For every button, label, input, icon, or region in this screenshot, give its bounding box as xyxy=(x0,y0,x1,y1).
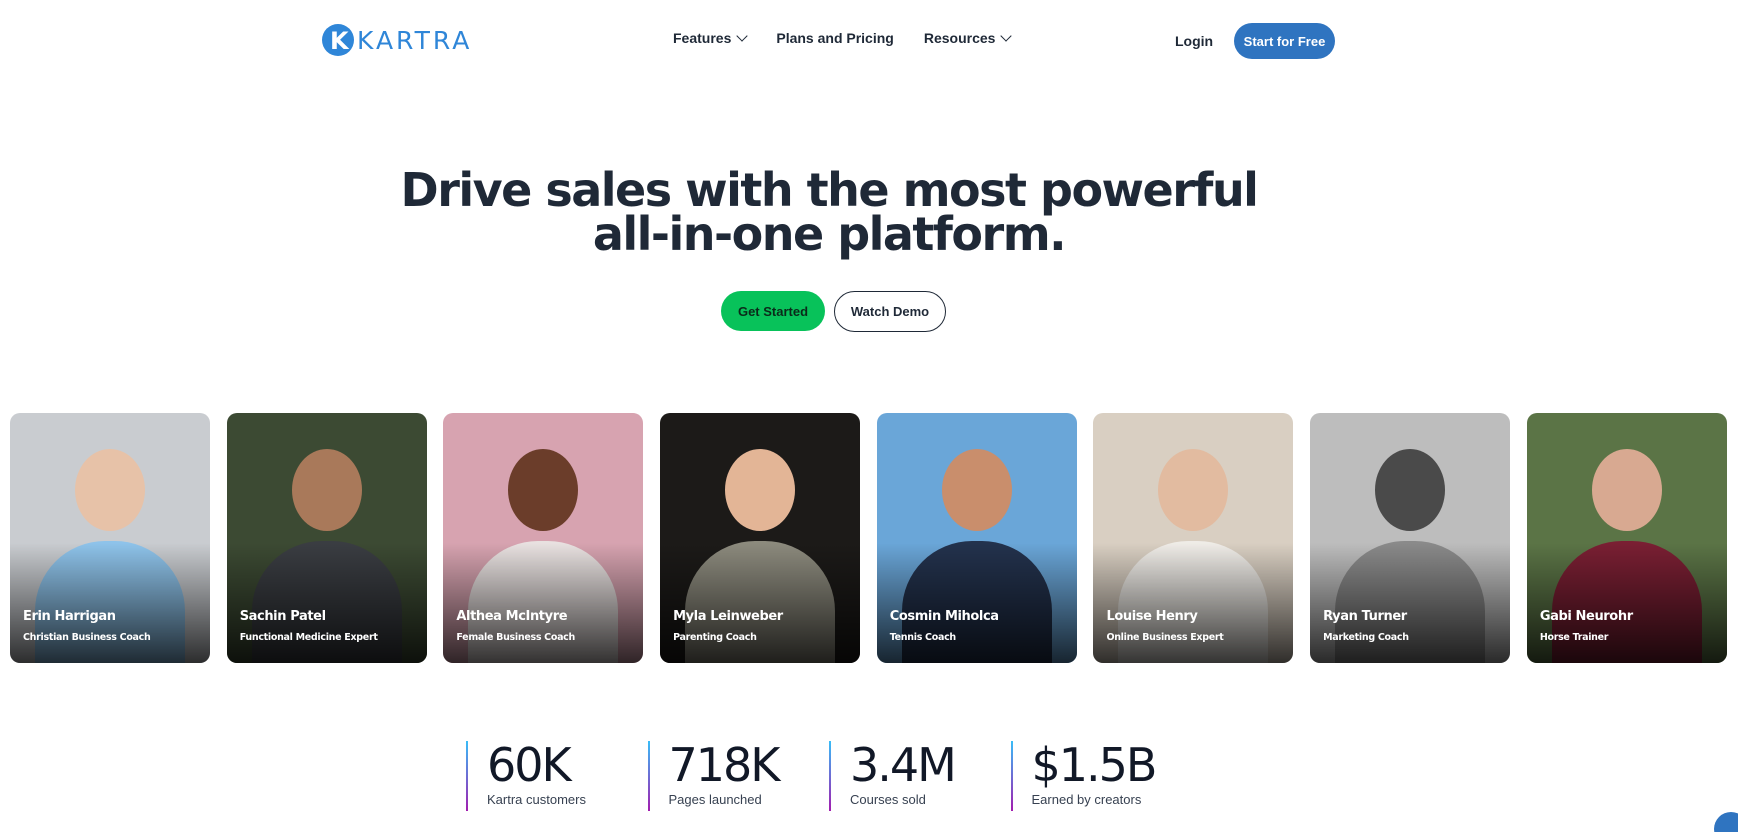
creator-role: Functional Medicine Expert xyxy=(239,632,378,643)
top-nav: K KARTRA Features Plans and Pricing Reso… xyxy=(0,0,1738,80)
hero-headline: Drive sales with the most powerful all-i… xyxy=(0,163,1658,261)
logo-wordmark: KARTRA xyxy=(357,25,473,55)
creator-name: Sachin Patel xyxy=(239,609,326,624)
creator-role: Online Business Expert xyxy=(1106,632,1224,643)
menu-plans-pricing[interactable]: Plans and Pricing xyxy=(776,30,893,46)
card-shade xyxy=(660,543,861,663)
creator-card[interactable]: Gabi Neurohr Horse Trainer xyxy=(1526,413,1727,663)
creator-head xyxy=(1158,449,1229,531)
creator-card[interactable]: Cosmin Miholca Tennis Coach xyxy=(876,413,1077,663)
stat-item: 3.4M Courses sold xyxy=(829,740,1011,812)
start-for-free-button[interactable]: Start for Free xyxy=(1234,23,1335,59)
creator-head xyxy=(1375,449,1446,531)
chevron-down-icon xyxy=(736,30,749,42)
creator-name: Althea McIntyre xyxy=(456,609,568,624)
creator-name: Erin Harrigan xyxy=(23,609,116,624)
creator-role: Parenting Coach xyxy=(673,632,757,643)
menu-plans-label: Plans and Pricing xyxy=(776,30,894,46)
creator-head xyxy=(725,449,796,531)
menu-resources-label: Resources xyxy=(923,30,996,46)
menu-features-label: Features xyxy=(673,30,732,46)
creator-name: Louise Henry xyxy=(1106,609,1198,624)
chat-widget-icon[interactable] xyxy=(1714,812,1738,832)
stat-divider xyxy=(1010,741,1013,811)
card-shade xyxy=(443,543,644,663)
menu-resources[interactable]: Resources xyxy=(923,30,1013,46)
card-shade xyxy=(226,543,427,663)
creator-role: Christian Business Coach xyxy=(23,632,151,643)
stat-label: Pages launched xyxy=(668,792,762,807)
creator-cards-carousel: Erin Harrigan Christian Business Coach S… xyxy=(10,413,1738,663)
creator-name: Cosmin Miholca xyxy=(889,609,999,624)
stat-value: 3.4M xyxy=(850,738,957,792)
card-shade xyxy=(876,543,1077,663)
creator-head xyxy=(1591,449,1662,531)
card-shade xyxy=(10,543,210,663)
creator-name: Gabi Neurohr xyxy=(1539,609,1633,624)
creator-role: Marketing Coach xyxy=(1323,632,1409,643)
stat-value: $1.5B xyxy=(1031,738,1158,792)
logo-mark-letter: K xyxy=(330,27,349,55)
watch-demo-button[interactable]: Watch Demo xyxy=(834,291,946,332)
stat-value: 718K xyxy=(668,738,781,792)
stat-label: Courses sold xyxy=(850,792,926,807)
kartra-logo-icon: K xyxy=(322,24,354,56)
stat-divider xyxy=(647,741,650,811)
creator-card[interactable]: Erin Harrigan Christian Business Coach xyxy=(10,413,210,663)
stat-item: 718K Pages launched xyxy=(647,738,830,812)
creator-head xyxy=(508,449,579,531)
creator-role: Horse Trainer xyxy=(1539,632,1609,643)
creator-card[interactable]: Sachin Patel Functional Medicine Expert xyxy=(226,413,427,663)
menu-features[interactable]: Features xyxy=(673,30,749,46)
kartra-logo[interactable]: K KARTRA xyxy=(322,24,472,56)
creator-role: Tennis Coach xyxy=(889,632,956,643)
hero-headline-line1: Drive sales with the most powerful xyxy=(400,163,1259,217)
card-shade xyxy=(1526,543,1727,663)
stat-divider xyxy=(829,741,831,811)
creator-card[interactable]: Ryan Turner Marketing Coach xyxy=(1310,413,1511,663)
hero-cta-group: Get Started Watch Demo xyxy=(721,291,946,332)
chevron-down-icon xyxy=(1000,30,1013,42)
stat-label: Kartra customers xyxy=(487,792,586,807)
creator-name: Ryan Turner xyxy=(1323,609,1407,624)
stat-value: 60K xyxy=(487,738,572,792)
creator-card[interactable]: Louise Henry Online Business Expert xyxy=(1093,413,1294,663)
stat-item: $1.5B Earned by creators xyxy=(1010,738,1193,812)
stat-item: 60K Kartra customers xyxy=(466,740,648,812)
hero-headline-line2: all-in-one platform. xyxy=(592,207,1067,261)
card-shade xyxy=(1093,543,1294,663)
creator-head xyxy=(75,449,145,531)
creator-head xyxy=(291,449,362,531)
stat-divider xyxy=(466,741,468,811)
creator-head xyxy=(941,449,1012,531)
get-started-button[interactable]: Get Started xyxy=(721,291,825,331)
creator-card[interactable]: Althea McIntyre Female Business Coach xyxy=(443,413,644,663)
stats-row: 60K Kartra customers 718K Pages launched… xyxy=(466,740,1192,812)
creator-role: Female Business Coach xyxy=(456,632,575,643)
main-menu: Features Plans and Pricing Resources xyxy=(673,30,1040,46)
creator-name: Myla Leinweber xyxy=(673,609,783,624)
stat-label: Earned by creators xyxy=(1031,792,1142,807)
creator-card[interactable]: Myla Leinweber Parenting Coach xyxy=(660,413,861,663)
card-shade xyxy=(1310,543,1511,663)
login-link[interactable]: Login xyxy=(1175,33,1213,49)
